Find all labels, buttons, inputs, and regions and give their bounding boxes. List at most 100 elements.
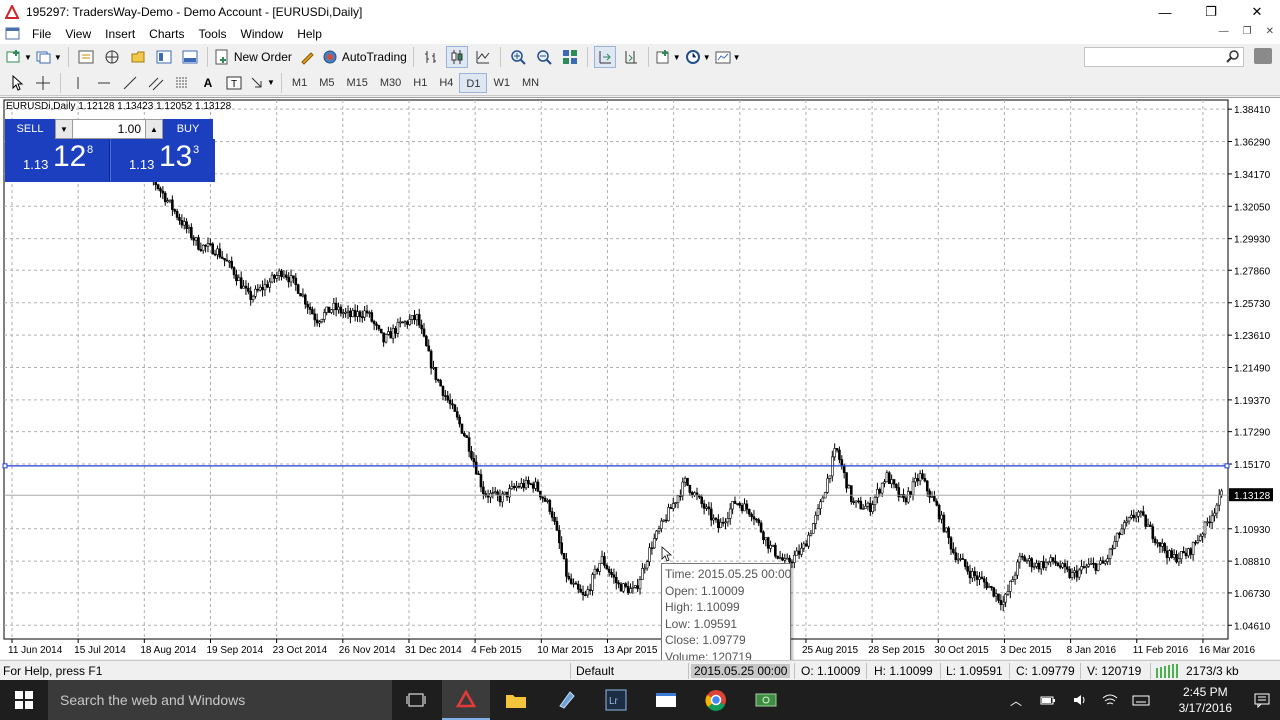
taskbar-clock[interactable]: 2:45 PM 3/17/2016 [1179, 684, 1232, 716]
auto-scroll-icon[interactable] [593, 46, 616, 68]
candle-body [1111, 547, 1114, 550]
x-tick-label: 25 Aug 2015 [802, 645, 859, 656]
sell-price-button[interactable]: 1.13 12 8 [5, 139, 110, 182]
text-icon[interactable]: A [197, 72, 219, 94]
buy-button[interactable]: BUY [163, 119, 213, 139]
tf-mn[interactable]: MN [516, 73, 545, 93]
menu-view[interactable]: View [58, 24, 98, 44]
tray-chevron-up-icon[interactable]: ︿ [1010, 692, 1026, 708]
task-view-icon[interactable] [392, 680, 440, 720]
bar-chart-icon[interactable] [420, 46, 442, 68]
mdi-restore-button[interactable]: ❐ [1243, 26, 1252, 37]
search-icon[interactable] [1226, 49, 1240, 66]
equidistant-channel-icon[interactable] [145, 72, 167, 94]
sell-button[interactable]: SELL [5, 119, 55, 139]
lot-increase-button[interactable]: ▲ [145, 119, 163, 139]
new-chart-button[interactable]: ▼ [6, 46, 32, 68]
mdi-minimize-button[interactable]: — [1219, 26, 1229, 37]
chart-shift-icon[interactable] [620, 46, 642, 68]
candle-body [1035, 562, 1038, 567]
market-watch-icon[interactable] [75, 46, 97, 68]
chrome-icon[interactable] [692, 680, 740, 720]
tf-m30[interactable]: M30 [374, 73, 407, 93]
candle-body [617, 582, 620, 585]
autotrading-button[interactable]: AutoTrading [322, 46, 407, 68]
candle-body [826, 478, 829, 493]
arrows-icon[interactable]: ▼ [249, 72, 275, 94]
candle-body [429, 350, 433, 369]
line-chart-icon[interactable] [472, 46, 494, 68]
templates-button[interactable]: ▼ [715, 46, 741, 68]
menu-window[interactable]: Window [234, 24, 291, 44]
strategy-tester-icon[interactable] [179, 46, 201, 68]
metaeditor-icon[interactable] [296, 46, 318, 68]
zoom-in-icon[interactable] [507, 46, 529, 68]
tf-m5[interactable]: M5 [313, 73, 340, 93]
chart-window[interactable]: 1.38410 1.36290 1.34170 1.32050 1.29930 1.278… [0, 97, 1280, 664]
cursor-icon[interactable] [6, 72, 28, 94]
app-icon-blue[interactable] [542, 680, 590, 720]
minimize-button[interactable]: — [1142, 0, 1188, 24]
restore-button[interactable]: ❐ [1188, 0, 1234, 24]
candle-body [1165, 550, 1169, 558]
tf-d1[interactable]: D1 [459, 72, 488, 93]
candle-body [747, 509, 751, 515]
tf-h4[interactable]: H4 [433, 73, 459, 93]
action-center-icon[interactable] [1254, 692, 1270, 711]
taskbar-search-input[interactable]: Search the web and Windows [48, 680, 392, 720]
lot-size-input[interactable]: 1.00 [73, 119, 145, 139]
periods-button[interactable]: ▼ [685, 46, 711, 68]
buy-price-button[interactable]: 1.13 13 3 [110, 139, 215, 182]
start-button[interactable] [0, 680, 48, 720]
candle-body [441, 385, 445, 396]
battery-icon[interactable] [1040, 692, 1056, 708]
candle-body [1094, 563, 1098, 571]
menu-charts[interactable]: Charts [142, 24, 191, 44]
navigator-icon[interactable] [127, 46, 149, 68]
trendline-icon[interactable] [119, 72, 141, 94]
lot-decrease-button[interactable]: ▼ [55, 119, 73, 139]
menu-file[interactable]: File [25, 24, 58, 44]
text-label-icon[interactable]: T [223, 72, 245, 94]
vertical-line-icon[interactable] [67, 72, 89, 94]
new-order-button[interactable]: New Order [214, 46, 292, 68]
chart-window-icon[interactable] [5, 26, 21, 42]
connection-bars-icon [1156, 664, 1182, 681]
search-input[interactable] [1084, 47, 1244, 67]
data-window-icon[interactable] [101, 46, 123, 68]
candle-body [301, 294, 305, 297]
price-chart[interactable]: 1.38410 1.36290 1.34170 1.32050 1.29930 1.278… [0, 98, 1280, 660]
candle-body [159, 188, 162, 192]
money-app-icon[interactable] [742, 680, 790, 720]
tf-w1[interactable]: W1 [487, 73, 516, 93]
window-app-icon[interactable] [642, 680, 690, 720]
zoom-out-icon[interactable] [533, 46, 555, 68]
indicators-button[interactable]: ▼ [655, 46, 681, 68]
lightroom-icon[interactable]: Lr [592, 680, 640, 720]
crosshair-icon[interactable] [32, 72, 54, 94]
file-explorer-icon[interactable] [492, 680, 540, 720]
candle-body [845, 472, 848, 489]
tile-windows-icon[interactable] [559, 46, 581, 68]
volume-icon[interactable] [1072, 692, 1088, 708]
horizontal-line-icon[interactable] [93, 72, 115, 94]
fibonacci-icon[interactable] [171, 72, 193, 94]
close-button[interactable]: ✕ [1234, 0, 1280, 24]
menu-tools[interactable]: Tools [192, 24, 234, 44]
wifi-icon[interactable] [1102, 692, 1118, 708]
profiles-button[interactable]: ▼ [36, 46, 62, 68]
tf-m15[interactable]: M15 [340, 73, 373, 93]
candle-body [1130, 514, 1133, 518]
terminal-icon[interactable] [153, 46, 175, 68]
candle-body [330, 309, 333, 313]
tf-m1[interactable]: M1 [286, 73, 313, 93]
chat-icon[interactable] [1254, 48, 1272, 64]
metatrader-taskbar-icon[interactable] [442, 680, 490, 720]
candle-body [451, 403, 454, 406]
menu-insert[interactable]: Insert [98, 24, 142, 44]
keyboard-icon[interactable] [1132, 692, 1150, 708]
candlestick-icon[interactable] [445, 46, 468, 68]
mdi-close-button[interactable]: ✕ [1266, 26, 1274, 37]
tf-h1[interactable]: H1 [407, 73, 433, 93]
menu-help[interactable]: Help [290, 24, 329, 44]
